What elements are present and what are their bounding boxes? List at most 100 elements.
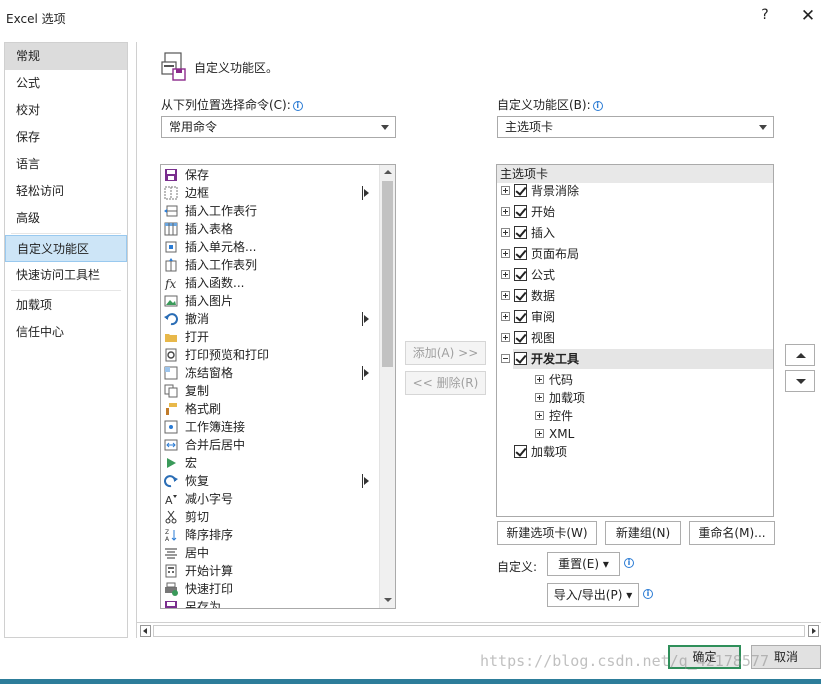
tree-node-formulas[interactable]: 公式 [497,265,773,285]
tree-group-xml[interactable]: XML [497,424,773,444]
command-item[interactable]: Z A 降序排序 [161,526,380,544]
command-item[interactable]: 合并后居中 [161,436,380,454]
checkbox-icon[interactable] [514,205,527,218]
expand-icon[interactable] [535,393,544,402]
reset-button[interactable]: 重置(E) ▾ [547,552,620,576]
command-item[interactable]: 居中 [161,544,380,562]
tree-node-data[interactable]: 数据 [497,286,773,306]
tree-node-developer[interactable]: 开发工具 [501,349,773,369]
tree-node-home[interactable]: 开始 [497,202,773,222]
command-item[interactable]: 宏 [161,454,380,472]
tree-group-addins[interactable]: 加载项 [497,388,773,408]
scroll-track[interactable] [153,625,805,637]
command-item[interactable]: 剪切 [161,508,380,526]
ribbon-tabs-tree[interactable]: 主选项卡 背景消除 开始 插入 页面布局 公式 数据 审阅 视图 开发工具 代码… [496,164,774,517]
expand-icon[interactable] [501,270,510,279]
scroll-up-button[interactable] [380,165,395,180]
close-button[interactable]: ✕ [797,6,819,26]
tree-node-insert[interactable]: 插入 [497,223,773,243]
tree-group-code[interactable]: 代码 [497,370,773,390]
expand-icon[interactable] [535,411,544,420]
command-label: 插入图片 [185,294,234,308]
nav-item-proofing[interactable]: 校对 [5,97,127,124]
checkbox-icon[interactable] [514,247,527,260]
import-export-button[interactable]: 导入/导出(P) ▾ [547,583,639,607]
command-item[interactable]: 格式刷 [161,400,380,418]
nav-item-trust-center[interactable]: 信任中心 [5,319,127,346]
command-item[interactable]: 恢复 [161,472,380,490]
expand-icon[interactable] [535,429,544,438]
checkbox-icon[interactable] [514,331,527,344]
expand-icon[interactable] [501,333,510,342]
command-item[interactable]: 另存为 [161,598,380,608]
nav-item-customize-ribbon[interactable]: 自定义功能区 [5,235,127,262]
tree-node-background-removal[interactable]: 背景消除 [497,181,773,201]
new-group-button[interactable]: 新建组(N) [605,521,681,545]
merge-center-icon [164,439,178,451]
command-item[interactable]: 复制 [161,382,380,400]
command-item[interactable]: fx 插入函数... [161,274,380,292]
nav-item-accessibility[interactable]: 轻松访问 [5,178,127,205]
command-item[interactable]: 插入单元格... [161,238,380,256]
command-item[interactable]: 插入工作表行 [161,202,380,220]
checkbox-icon[interactable] [514,184,527,197]
expand-icon[interactable] [501,249,510,258]
command-item[interactable]: 插入图片 [161,292,380,310]
expand-icon[interactable] [535,375,544,384]
command-item[interactable]: 快速打印 [161,580,380,598]
scroll-right-button[interactable] [808,625,819,637]
scroll-down-button[interactable] [380,593,395,608]
nav-item-quick-access-toolbar[interactable]: 快速访问工具栏 [5,262,127,289]
expand-icon[interactable] [501,228,510,237]
nav-item-save[interactable]: 保存 [5,124,127,151]
collapse-icon[interactable] [501,354,510,363]
horizontal-scrollbar[interactable] [137,622,821,638]
new-tab-button[interactable]: 新建选项卡(W) [497,521,597,545]
tree-group-controls[interactable]: 控件 [497,406,773,426]
tree-node-page-layout[interactable]: 页面布局 [497,244,773,264]
command-item[interactable]: 冻结窗格 [161,364,380,382]
command-item[interactable]: 打开 [161,328,380,346]
command-item[interactable]: 插入工作表列 [161,256,380,274]
command-item[interactable]: 插入表格 [161,220,380,238]
command-item[interactable]: 开始计算 [161,562,380,580]
customize-ribbon-select[interactable]: 主选项卡 [497,116,774,138]
tree-node-view[interactable]: 视图 [497,328,773,348]
command-item[interactable]: 保存 [161,166,380,184]
scroll-left-button[interactable] [140,625,151,637]
checkbox-icon[interactable] [514,445,527,458]
checkbox-icon[interactable] [514,268,527,281]
expand-icon[interactable] [501,186,510,195]
tree-node-addins-tab[interactable]: 加载项 [497,442,773,462]
scroll-thumb[interactable] [382,181,393,367]
expand-icon[interactable] [501,207,510,216]
commands-list[interactable]: 保存 边框 插入工作表行 插入表格 插入单元格... 插入工作表列 fx 插入函数... 插入图… [160,164,396,609]
command-item[interactable]: A 减小字号 [161,490,380,508]
choose-commands-select[interactable]: 常用命令 [161,116,396,138]
remove-button[interactable]: << 删除(R) [405,371,486,395]
checkbox-icon[interactable] [514,352,527,365]
expand-icon[interactable] [501,312,510,321]
nav-item-language[interactable]: 语言 [5,151,127,178]
svg-text:fx: fx [164,277,176,290]
nav-item-addins[interactable]: 加载项 [5,292,127,319]
nav-item-advanced[interactable]: 高级 [5,205,127,232]
tree-node-review[interactable]: 审阅 [497,307,773,327]
commands-scrollbar[interactable] [379,165,395,608]
command-item[interactable]: 边框 [161,184,380,202]
command-item[interactable]: 撤消 [161,310,380,328]
checkbox-icon[interactable] [514,310,527,323]
expand-icon[interactable] [501,291,510,300]
move-up-button[interactable] [785,344,815,366]
command-label: 合并后居中 [185,438,246,452]
command-item[interactable]: 打印预览和打印 [161,346,380,364]
checkbox-icon[interactable] [514,226,527,239]
command-item[interactable]: 工作簿连接 [161,418,380,436]
nav-item-general[interactable]: 常规 [5,43,127,70]
rename-button[interactable]: 重命名(M)... [689,521,775,545]
add-button[interactable]: 添加(A) >> [405,341,486,365]
nav-item-formulas[interactable]: 公式 [5,70,127,97]
checkbox-icon[interactable] [514,289,527,302]
help-button[interactable]: ? [757,7,773,23]
move-down-button[interactable] [785,370,815,392]
